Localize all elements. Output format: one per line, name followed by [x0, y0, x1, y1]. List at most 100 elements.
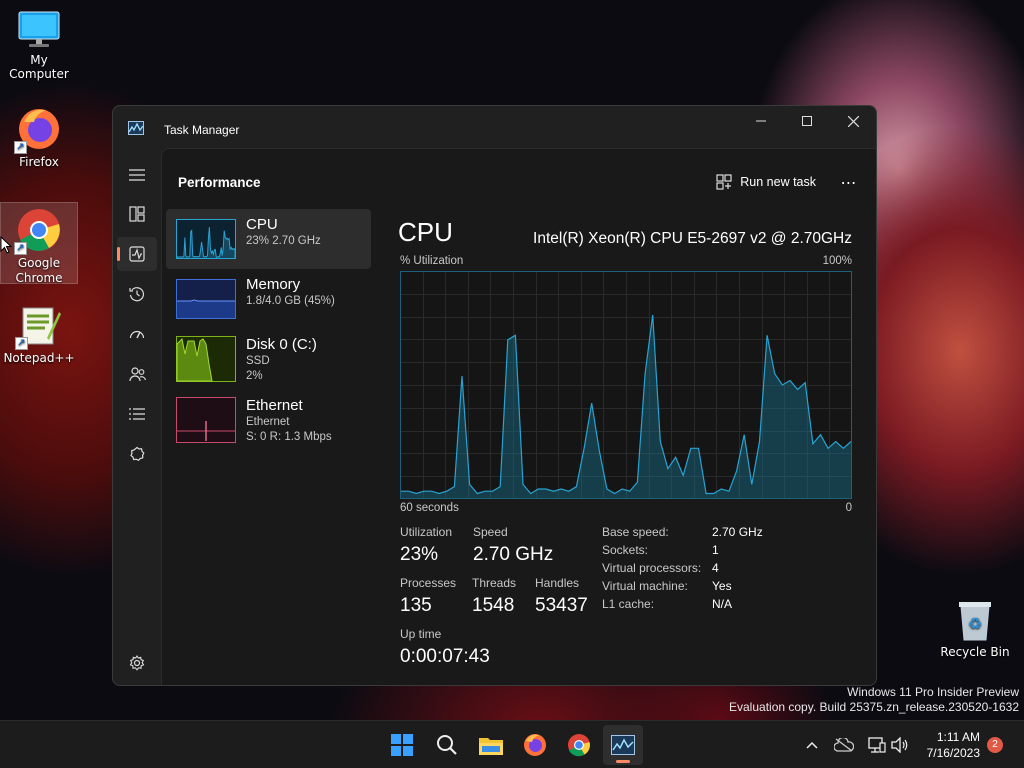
detail-base-speed: Base speed: 2.70 GHz: [602, 525, 763, 539]
taskbar-file-explorer[interactable]: [471, 725, 511, 765]
recycle-bin-icon: ♻: [955, 598, 995, 642]
desktop-icon-firefox[interactable]: ↗ Firefox: [0, 106, 78, 169]
clock-date: 7/16/2023: [926, 746, 980, 760]
mouse-cursor-icon: [0, 236, 12, 254]
nav-settings[interactable]: [117, 646, 157, 680]
nav-users[interactable]: [117, 357, 157, 391]
more-icon: ⋯: [840, 172, 858, 192]
detail-value: 1: [712, 543, 719, 557]
detail-virtual-machine: Virtual machine: Yes: [602, 579, 732, 593]
search-icon: [437, 735, 457, 755]
chrome-icon: [568, 734, 590, 757]
nav-menu-toggle[interactable]: [117, 158, 157, 192]
desktop-icon-label: Recycle Bin: [940, 645, 1010, 659]
detail-key: Virtual machine:: [602, 579, 688, 593]
chrome-icon: ↗: [14, 207, 62, 255]
users-icon: [128, 367, 146, 382]
stat-threads: Threads 1548: [472, 576, 516, 617]
startup-apps-icon: [129, 330, 145, 339]
stat-label: Utilization: [400, 525, 453, 539]
detail-key: Virtual processors:: [602, 561, 702, 575]
taskbar: 1:11 AM 7/16/2023 2: [0, 720, 1024, 768]
tray-network[interactable]: [865, 733, 889, 757]
tray-onedrive[interactable]: [832, 733, 856, 757]
svg-text:♻: ♻: [968, 614, 982, 633]
cpu-heading: CPU: [398, 217, 453, 247]
detail-key: Base speed:: [602, 525, 669, 539]
resource-name: Disk 0 (C:): [246, 336, 317, 353]
stat-value: 53437: [535, 595, 588, 616]
cpu-utilization-graph: [400, 271, 852, 499]
taskbar-clock[interactable]: 1:11 AM 7/16/2023: [927, 729, 980, 761]
title-bar[interactable]: Task Manager: [113, 106, 876, 148]
cpu-model-name: Intel(R) Xeon(R) CPU E5-2697 v2 @ 2.70GH…: [533, 230, 852, 247]
nav-app-history[interactable]: [117, 277, 157, 311]
stat-label: Threads: [472, 576, 517, 590]
stat-value: 1548: [472, 595, 515, 616]
cpu-thumbnail-graph: [176, 219, 236, 259]
clock-time: 1:11 AM: [936, 730, 980, 744]
shortcut-arrow-icon: ↗: [14, 242, 27, 255]
nav-startup-apps[interactable]: [117, 317, 157, 351]
tray-volume[interactable]: [888, 733, 912, 757]
stat-value: 135: [400, 595, 432, 616]
stat-value: 0:00:07:43: [400, 646, 490, 667]
disk-thumbnail-graph: [176, 336, 236, 382]
taskbar-firefox[interactable]: [515, 725, 555, 765]
resource-item-ethernet[interactable]: Ethernet Ethernet S: 0 R: 1.3 Mbps: [166, 395, 371, 455]
details-icon: [129, 408, 145, 420]
nav-performance[interactable]: [117, 237, 157, 271]
stat-handles: Handles 53437: [535, 576, 588, 617]
minimize-button[interactable]: [738, 106, 784, 136]
network-icon: [868, 737, 886, 753]
notepad-plus-plus-icon: ↗: [15, 304, 61, 350]
settings-icon: [129, 655, 145, 671]
resource-item-cpu[interactable]: CPU 23% 2.70 GHz: [166, 209, 371, 269]
page-title: Performance: [178, 175, 261, 190]
run-new-task-button[interactable]: Run new task: [708, 168, 824, 196]
notification-badge[interactable]: 2: [987, 737, 1003, 753]
desktop-icon-recycle-bin[interactable]: ♻ Recycle Bin: [936, 598, 1014, 659]
detail-sockets: Sockets: 1: [602, 543, 719, 557]
nav-details[interactable]: [117, 397, 157, 431]
taskbar-start-button[interactable]: [382, 725, 422, 765]
stat-uptime: Up time 0:00:07:43: [400, 627, 490, 668]
firefox-icon: ↗: [14, 106, 62, 154]
taskbar-task-manager[interactable]: [603, 725, 643, 765]
task-manager-icon: [611, 735, 635, 755]
maximize-button[interactable]: [784, 106, 830, 136]
close-button[interactable]: [830, 106, 876, 136]
task-manager-window[interactable]: Task Manager Performance Run new task ⋯ …: [112, 105, 877, 686]
desktop-icon-label: Notepad++: [3, 351, 75, 365]
windows-watermark: Windows 11 Pro Insider Preview Evaluatio…: [729, 685, 1019, 715]
run-new-task-label: Run new task: [740, 175, 816, 189]
watermark-line-2: Evaluation copy. Build 25375.zn_release.…: [729, 700, 1019, 714]
taskbar-chrome[interactable]: [559, 725, 599, 765]
run-new-task-icon: [716, 174, 732, 190]
desktop-icon-my-computer[interactable]: My Computer: [0, 10, 78, 81]
stat-value: 23%: [400, 544, 439, 565]
time-axis-zero: 0: [845, 502, 852, 514]
stat-label: Handles: [535, 576, 580, 590]
ethernet-thumbnail-graph: [176, 397, 236, 443]
desktop-icon-label: Google Chrome: [15, 256, 63, 285]
more-options-button[interactable]: ⋯: [834, 168, 864, 196]
resource-item-disk[interactable]: Disk 0 (C:) SSD 2%: [166, 329, 371, 389]
tray-overflow-button[interactable]: [800, 733, 824, 757]
stat-value: 2.70 GHz: [473, 544, 554, 565]
chevron-up-icon: [806, 741, 818, 749]
nav-processes[interactable]: [117, 197, 157, 231]
stat-label: Up time: [400, 627, 442, 641]
shortcut-arrow-icon: ↗: [15, 337, 28, 350]
desktop-icon-notepad-plus-plus[interactable]: ↗ Notepad++: [0, 304, 78, 365]
resource-item-memory[interactable]: Memory 1.8/4.0 GB (45%): [166, 269, 371, 329]
stat-speed: Speed 2.70 GHz: [473, 525, 553, 566]
detail-key: Sockets:: [602, 543, 649, 557]
navigation-rail: [113, 148, 161, 685]
stat-label: Speed: [473, 525, 508, 539]
nav-services[interactable]: [117, 437, 157, 471]
detail-value: 2.70 GHz: [712, 525, 763, 539]
taskbar-search-button[interactable]: [427, 725, 467, 765]
resource-detail: 1.8/4.0 GB (45%): [246, 295, 335, 307]
resource-name: Memory: [246, 276, 301, 293]
